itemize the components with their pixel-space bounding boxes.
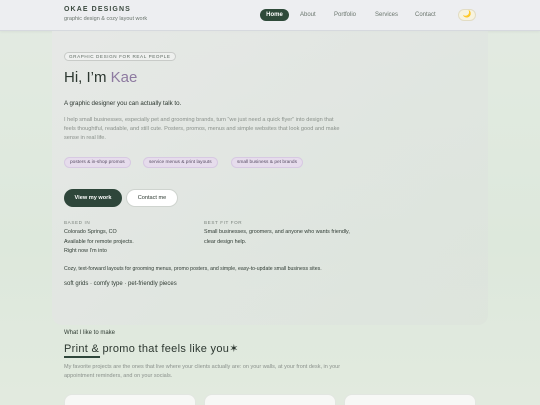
section-divider <box>64 356 100 358</box>
top-nav-bar: OKAE DESIGNS graphic design & cozy layou… <box>0 0 540 31</box>
pill-posters: posters & in-shop promos <box>64 157 131 168</box>
pill-small-business: small business & pet brands <box>231 157 303 168</box>
hero-lead: A graphic designer you can actually talk… <box>64 100 182 107</box>
based-in-remote: Available for remote projects. <box>64 238 134 245</box>
nav-portfolio[interactable]: Portfolio <box>334 9 356 21</box>
theme-toggle[interactable]: 🌙 <box>458 9 476 21</box>
view-work-button[interactable]: View my work <box>64 189 122 207</box>
brand-subtitle: graphic design & cozy layout work <box>64 16 148 22</box>
brand[interactable]: OKAE DESIGNS graphic design & cozy layou… <box>64 6 147 22</box>
nav-services[interactable]: Services <box>375 9 398 21</box>
service-card[interactable] <box>204 394 336 405</box>
best-fit-text: Small businesses, groomers, and anyone w… <box>204 229 350 245</box>
hero-title-name: Kae <box>110 69 138 86</box>
based-in-text: Colorado Springs, CO Available for remot… <box>64 228 184 257</box>
nav-about[interactable]: About <box>300 9 316 21</box>
based-in-location: Colorado Springs, CO <box>64 229 117 235</box>
section-description: My favorite projects are the ones that l… <box>64 364 341 380</box>
hero-title-prefix: Hi, I’m <box>64 69 111 86</box>
nav-home[interactable]: Home <box>260 9 289 21</box>
service-card[interactable] <box>344 394 476 405</box>
hero-title: Hi, I’m Kae <box>64 69 137 86</box>
section-title: Print & promo that feels like you✶ <box>64 343 239 355</box>
based-in-label: BASED IN <box>64 220 91 225</box>
hero-summary: Cozy, text-forward layouts for grooming … <box>64 266 322 272</box>
hero-description: I help small businesses, especially pet … <box>64 117 340 141</box>
moon-icon: 🌙 <box>462 11 472 18</box>
service-card[interactable] <box>64 394 196 405</box>
hero-kicker: GRAPHIC DESIGN FOR REAL PEOPLE <box>64 52 176 61</box>
hero-tags: soft grids · comfy type · pet-friendly p… <box>64 281 177 287</box>
best-fit-label: BEST FIT FOR <box>204 220 243 225</box>
section-eyebrow: What I like to make <box>64 330 116 336</box>
pill-service-menus: service menus & print layouts <box>143 157 218 168</box>
contact-me-button[interactable]: Contact me <box>126 189 178 207</box>
based-in-into: Right now I’m into <box>64 248 107 254</box>
nav-contact[interactable]: Contact <box>415 9 436 21</box>
brand-title: OKAE DESIGNS <box>64 6 131 13</box>
